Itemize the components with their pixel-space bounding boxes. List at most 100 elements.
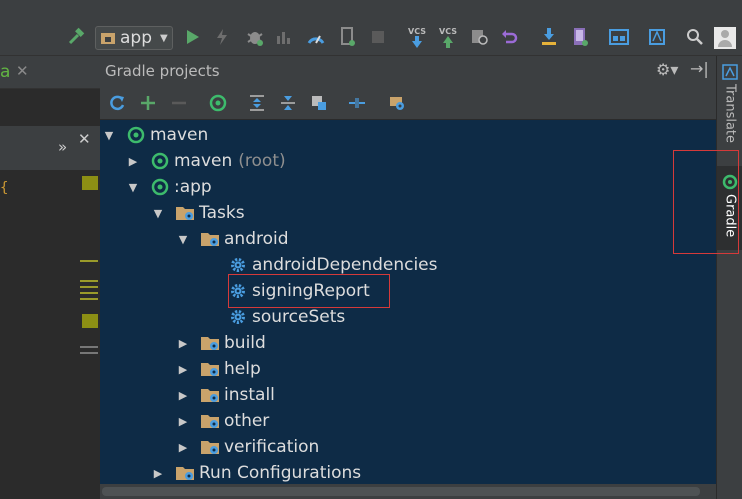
tree-node-signing-report[interactable]: signingReport (228, 278, 742, 304)
apply-changes-icon[interactable] (211, 26, 233, 48)
toggle-offline-icon[interactable] (346, 92, 368, 114)
tree-node-app[interactable]: ▼ :app (126, 174, 726, 200)
run-config-label: app (120, 28, 152, 48)
search-icon[interactable] (684, 26, 706, 48)
gradle-elephant-icon (150, 177, 170, 197)
task-folder-icon (200, 437, 220, 457)
tree-node-help[interactable]: ▶ help (176, 356, 742, 382)
tree-node-label: build (224, 333, 266, 353)
tree-node-label: Run Configurations (199, 463, 362, 483)
gutter-marker (80, 286, 98, 288)
gradle-settings-icon[interactable] (386, 92, 408, 114)
module-icon (101, 33, 115, 44)
collapsed-arrow-icon[interactable]: ▶ (176, 415, 190, 428)
code-brace: { (0, 180, 9, 196)
vcs-commit-label: VCS (439, 27, 457, 36)
tree-node-label: Tasks (199, 203, 245, 223)
collapsed-arrow-icon[interactable]: ▶ (126, 155, 140, 168)
vcs-update-icon[interactable]: VCS (406, 26, 428, 48)
scrollbar-thumb[interactable] (102, 487, 700, 496)
collapsed-arrow-icon[interactable]: ▶ (176, 337, 190, 350)
stop-icon[interactable] (367, 26, 389, 48)
expand-all-icon[interactable] (246, 92, 268, 114)
add-icon[interactable] (137, 92, 159, 114)
run-icon[interactable] (181, 26, 203, 48)
tree-node-label: signingReport (252, 281, 370, 301)
device-run-icon[interactable] (337, 26, 359, 48)
panel-settings-gear-icon[interactable]: ⚙▾ (656, 60, 678, 79)
tree-node-label: help (224, 359, 261, 379)
hide-panel-icon[interactable]: →| (690, 59, 709, 78)
sdk-manager-icon[interactable] (646, 26, 668, 48)
tree-node-maven[interactable]: ▼ maven (102, 122, 702, 148)
task-folder-icon (200, 385, 220, 405)
translate-icon (722, 64, 738, 80)
tree-node-label: install (224, 385, 275, 405)
horizontal-scrollbar[interactable] (100, 484, 716, 499)
tree-node-other[interactable]: ▶ other (176, 408, 742, 434)
tree-node-tasks[interactable]: ▼ Tasks (151, 200, 742, 226)
tree-node-build[interactable]: ▶ build (176, 330, 742, 356)
refresh-icon[interactable] (106, 92, 128, 114)
tree-node-verification[interactable]: ▶ verification (176, 434, 742, 460)
vcs-update-label: VCS (408, 27, 426, 36)
overflow-chevron-icon[interactable]: » (58, 138, 67, 156)
gradle-tab[interactable]: Gradle (717, 166, 742, 250)
profile-icon[interactable] (273, 26, 295, 48)
gutter-marker (80, 298, 98, 300)
collapsed-arrow-icon[interactable]: ▶ (176, 389, 190, 402)
collapsed-arrow-icon[interactable]: ▶ (151, 467, 165, 480)
gutter-marker (80, 292, 98, 294)
collapsed-arrow-icon[interactable]: ▶ (176, 363, 190, 376)
tree-node-label: other (224, 411, 270, 431)
gear-icon (228, 255, 248, 275)
tree-node-maven-root[interactable]: ▶ maven (root) (126, 148, 726, 174)
task-folder-icon (200, 359, 220, 379)
vcs-history-icon[interactable] (468, 26, 490, 48)
close-icon[interactable]: ✕ (78, 130, 91, 148)
tree-node-label: maven (150, 125, 209, 145)
avd-manager-icon[interactable] (569, 26, 591, 48)
panel-title: Gradle projects (105, 62, 220, 80)
execute-gradle-task-icon[interactable] (207, 92, 229, 114)
remove-icon[interactable] (168, 92, 190, 114)
sync-gradle-download-icon[interactable] (538, 26, 560, 48)
tree-node-android[interactable]: ▼ android (176, 226, 742, 252)
task-folder-icon (175, 463, 195, 483)
revert-icon[interactable] (498, 26, 520, 48)
tree-node-label: androidDependencies (252, 255, 438, 275)
tree-node-android-dependencies[interactable]: androidDependencies (228, 252, 742, 278)
collapsed-arrow-icon[interactable]: ▶ (176, 441, 190, 454)
project-structure-icon[interactable] (608, 26, 630, 48)
task-folder-icon (200, 411, 220, 431)
collapse-all-icon[interactable] (277, 92, 299, 114)
translate-tab-label: Translate (722, 84, 738, 144)
gear-icon (228, 281, 248, 301)
expanded-arrow-icon[interactable]: ▼ (126, 181, 140, 194)
build-hammer-icon[interactable] (66, 26, 88, 48)
gutter-marker (82, 176, 98, 190)
debug-icon[interactable] (244, 26, 266, 48)
expanded-arrow-icon[interactable]: ▼ (176, 233, 190, 246)
close-tab-icon[interactable]: ✕ (16, 62, 29, 80)
main-toolbar: app ▼ VCS VCS (0, 0, 742, 56)
gutter-marker (80, 352, 98, 354)
vcs-commit-icon[interactable]: VCS (437, 26, 459, 48)
tree-node-run-configurations[interactable]: ▶ Run Configurations (151, 460, 742, 486)
attach-debugger-icon[interactable] (305, 26, 327, 48)
editor-tab-label[interactable]: a (0, 62, 10, 82)
expanded-arrow-icon[interactable]: ▼ (151, 207, 165, 220)
tree-node-label: verification (224, 437, 320, 457)
expanded-arrow-icon[interactable]: ▼ (102, 129, 116, 142)
tree-node-label: :app (174, 177, 212, 197)
gradle-projects-panel: Gradle projects ⚙▾ →| ▼ maven ▶ maven (r… (100, 56, 716, 499)
gutter-marker (80, 280, 98, 282)
run-config-select[interactable]: app ▼ (95, 26, 173, 50)
group-modules-icon[interactable] (308, 92, 330, 114)
user-avatar-icon[interactable] (714, 27, 736, 49)
translate-tab[interactable]: Translate (717, 60, 742, 148)
tree-node-install[interactable]: ▶ install (176, 382, 742, 408)
tree-node-source-sets[interactable]: sourceSets (228, 304, 742, 330)
task-folder-icon (175, 203, 195, 223)
gutter-marker (80, 260, 98, 262)
